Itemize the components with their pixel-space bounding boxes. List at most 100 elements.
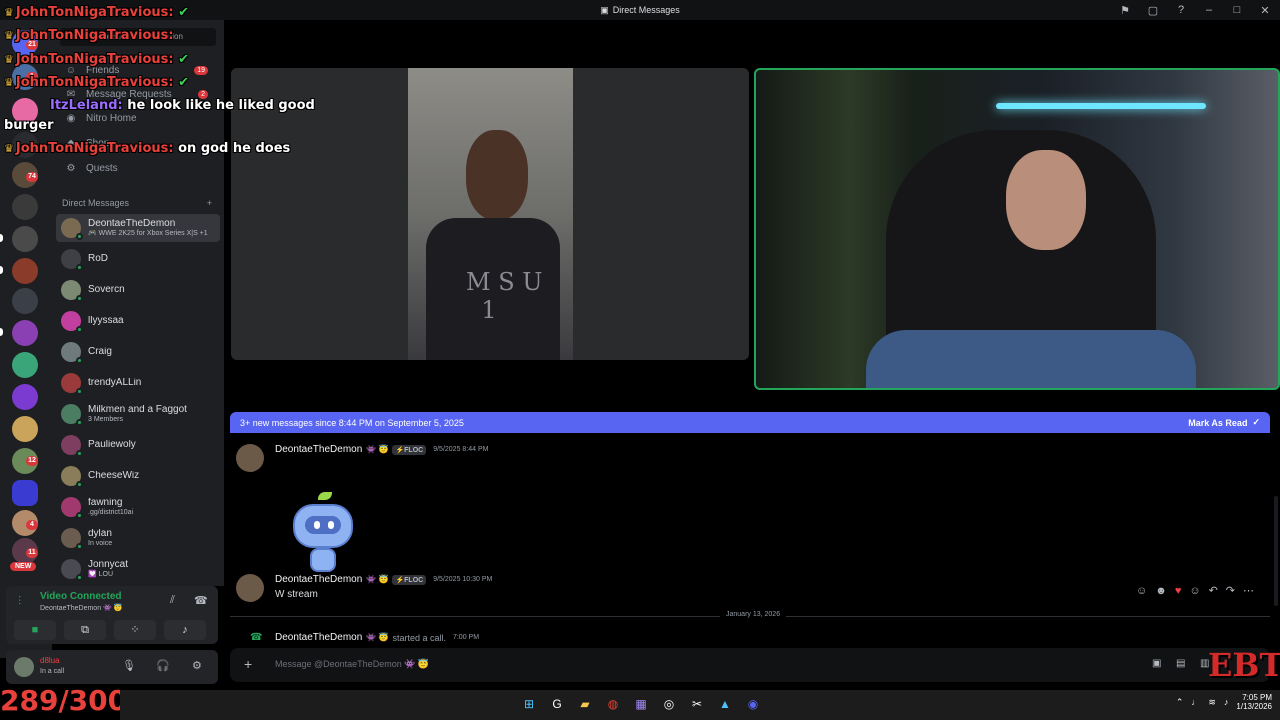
- dm-item[interactable]: RoD: [56, 245, 220, 273]
- goal-counter: 289/300: [0, 684, 128, 717]
- date-divider: January 13, 2026: [230, 611, 1270, 618]
- message-text: W stream: [275, 589, 318, 600]
- banner-text: 3+ new messages since 8:44 PM on Septemb…: [240, 417, 464, 428]
- dm-item[interactable]: trendyALLin: [56, 369, 220, 397]
- screen-icon[interactable]: ▢: [1146, 4, 1160, 17]
- message-composer[interactable]: + Message @DeontaeTheDemon 👾 😇 ▣ ▤ ▥: [230, 648, 1270, 682]
- obs-icon[interactable]: ◎: [660, 695, 678, 713]
- server-icon[interactable]: [12, 288, 38, 314]
- avatar: [61, 466, 83, 488]
- activities-icon: ⁘: [130, 624, 140, 636]
- blanket: [866, 330, 1196, 388]
- headphones-icon[interactable]: 🎧: [156, 659, 170, 672]
- reaction-icon[interactable]: ☻: [1155, 585, 1167, 597]
- avatar[interactable]: [236, 444, 264, 472]
- scrollbar[interactable]: [1274, 496, 1278, 606]
- unread-pill: [0, 234, 3, 242]
- heart-icon[interactable]: ♥: [1175, 585, 1182, 597]
- add-dm-button[interactable]: +: [207, 198, 212, 208]
- dm-status: 3 Members: [88, 415, 124, 423]
- crown-icon: ♛: [4, 53, 14, 66]
- discord-icon[interactable]: ◉: [744, 695, 762, 713]
- message-input[interactable]: Message @DeontaeTheDemon 👾 😇: [275, 659, 429, 670]
- dm-header: Direct Messages +: [62, 198, 212, 208]
- message-author[interactable]: DeontaeTheDemon: [275, 444, 362, 455]
- dm-item[interactable]: dylan In voice: [56, 524, 220, 552]
- message-author[interactable]: DeontaeTheDemon: [275, 574, 362, 585]
- volume-icon[interactable]: ♪: [1224, 697, 1229, 707]
- dm-item[interactable]: Jonnycat 💟 LOU: [56, 555, 220, 583]
- mic-icon[interactable]: 🎙: [122, 659, 136, 672]
- minimize-icon[interactable]: –: [1202, 4, 1216, 16]
- help-icon[interactable]: ?: [1174, 4, 1188, 16]
- dm-item[interactable]: CheeseWiz: [56, 462, 220, 490]
- crown-icon: ♛: [4, 29, 14, 42]
- avatar: [61, 311, 83, 333]
- dm-item[interactable]: Milkmen and a Faggot 3 Members: [56, 400, 220, 428]
- dm-item[interactable]: Sovercn: [56, 276, 220, 304]
- maximize-icon[interactable]: □: [1230, 4, 1244, 16]
- wifi-icon[interactable]: ≋: [1208, 697, 1216, 708]
- voice-status: Video Connected: [40, 591, 122, 602]
- noise-suppression-icon[interactable]: ⫽: [170, 594, 175, 607]
- g-app-icon[interactable]: G: [548, 695, 566, 713]
- chat-message: he look like he liked good: [127, 98, 315, 113]
- activities-button[interactable]: ⁘: [114, 620, 156, 640]
- avatar: [61, 249, 83, 271]
- dm-name: dylan: [88, 529, 112, 540]
- windows-start-icon[interactable]: ⊞: [520, 695, 538, 713]
- add-reaction-icon[interactable]: ☺: [1189, 585, 1200, 597]
- mark-as-read-button[interactable]: Mark As Read ✓: [1188, 417, 1260, 428]
- avatar[interactable]: [236, 574, 264, 602]
- call-author[interactable]: DeontaeTheDemon: [275, 632, 362, 643]
- settings-icon[interactable]: ⚙: [192, 659, 202, 672]
- gift-icon[interactable]: ▣: [1152, 658, 1161, 669]
- dm-item[interactable]: Pauliewoly: [56, 431, 220, 459]
- dm-item[interactable]: Craig: [56, 338, 220, 366]
- photos-icon[interactable]: ▲: [716, 695, 734, 713]
- forward-icon[interactable]: ↷: [1226, 584, 1235, 597]
- attach-icon[interactable]: +: [244, 656, 252, 672]
- server-icon[interactable]: [12, 194, 38, 220]
- new-messages-banner[interactable]: 3+ new messages since 8:44 PM on Septemb…: [230, 412, 1270, 433]
- server-icon[interactable]: [12, 416, 38, 442]
- camera-button[interactable]: ■: [14, 620, 56, 640]
- folder-icon[interactable]: [12, 480, 38, 506]
- avatar: [61, 559, 83, 581]
- dm-item[interactable]: fawning .gg/district10ai: [56, 493, 220, 521]
- check-icon: ✔: [178, 5, 190, 20]
- calculator-icon[interactable]: ▦: [632, 695, 650, 713]
- video-tile-speaking[interactable]: [754, 68, 1280, 390]
- dm-item[interactable]: DeontaeTheDemon 🎮 WWE 2K25 for Xbox Serie…: [56, 214, 220, 242]
- dm-item[interactable]: llyyssaa: [56, 307, 220, 335]
- file-explorer-icon[interactable]: ▰: [576, 695, 594, 713]
- clock-date: 1/13/2026: [1236, 702, 1272, 712]
- server-icon[interactable]: [12, 384, 38, 410]
- server-icon[interactable]: [12, 352, 38, 378]
- gif-icon[interactable]: ▤: [1176, 658, 1185, 669]
- capcut-icon[interactable]: ✂: [688, 695, 706, 713]
- notification-badge: 12: [26, 456, 38, 466]
- reply-icon[interactable]: ↶: [1209, 584, 1218, 597]
- mic-tray-icon[interactable]: ♩: [1191, 697, 1200, 707]
- call-time: 7:00 PM: [452, 634, 480, 641]
- server-icon[interactable]: [12, 258, 38, 284]
- screenshare-button[interactable]: ⧉: [64, 620, 106, 640]
- avatar[interactable]: [14, 657, 34, 677]
- clan-tag[interactable]: ⚡FLOC: [392, 444, 427, 455]
- close-icon[interactable]: ✕: [1258, 4, 1272, 17]
- more-icon[interactable]: ⋯: [1243, 584, 1254, 597]
- inbox-icon[interactable]: ⚑: [1118, 4, 1132, 17]
- chat-line: ♛ JohnTonNigaTravious:: [4, 28, 174, 43]
- clock[interactable]: 7:05 PM 1/13/2026: [1236, 693, 1272, 711]
- disconnect-icon[interactable]: ☎: [194, 594, 208, 607]
- clan-tag[interactable]: ⚡FLOC: [392, 574, 427, 585]
- chrome-icon[interactable]: ◍: [604, 695, 622, 713]
- soundboard-button[interactable]: ♪: [164, 620, 206, 640]
- server-icon[interactable]: [12, 320, 38, 346]
- server-icon[interactable]: [12, 226, 38, 252]
- chat-line: burger: [4, 118, 54, 133]
- reaction-icon[interactable]: ☺: [1136, 585, 1147, 597]
- tray-chevron-icon[interactable]: ⌃: [1176, 697, 1184, 708]
- chat-user: JohnTonNigaTravious:: [15, 28, 174, 43]
